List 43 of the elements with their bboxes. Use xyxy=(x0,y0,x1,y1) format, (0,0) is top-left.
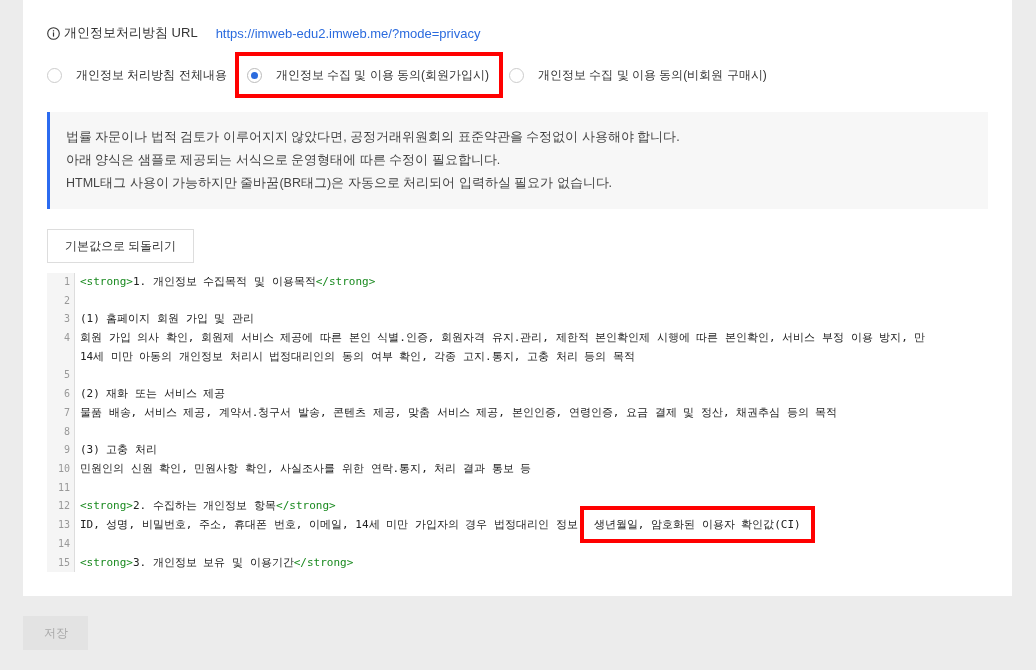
line-number: 12 xyxy=(57,500,70,512)
code-text: (2) 재화 또는 서비스 제공 xyxy=(80,387,226,401)
line-number: 6 xyxy=(63,388,70,400)
line-number: 13 xyxy=(57,519,70,531)
html-tag: <strong> xyxy=(80,499,133,513)
line-number: 3 xyxy=(63,313,70,325)
code-text: 1. 개인정보 수집목적 및 이용목적 xyxy=(133,275,316,288)
notice-text: 아래 양식은 샘플로 제공되는 서식으로 운영형태에 따른 수정이 필요합니다. xyxy=(66,152,502,169)
line-number: 14 xyxy=(57,537,70,549)
url-label: 개인정보처리방침 URL xyxy=(64,24,198,42)
line-number: 5 xyxy=(63,369,70,381)
html-tag: <strong> xyxy=(80,275,133,288)
line-number: 15 xyxy=(57,556,70,568)
code-text: ID, 성명, 비밀번호, 주소, 휴대폰 번호, 이메일, 14세 미만 가입자의 경우 법정대리인 정보 xyxy=(80,518,578,532)
line-number: 4 xyxy=(63,332,70,344)
code-text: (3) 고충 처리 xyxy=(80,443,158,457)
radio-option[interactable]: 개인정보 수집 및 이용 동의(회원가입시) xyxy=(234,52,503,98)
info-icon xyxy=(47,26,60,40)
notice-text: 법률 자문이나 법적 검토가 이루어지지 않았다면, 공정거래위원회의 표준약관을 수정없이 사용해야 합니다. xyxy=(66,129,681,146)
reset-button[interactable]: 기본값으로 되돌리기 xyxy=(47,229,194,263)
html-tag: </strong> xyxy=(276,499,336,513)
line-number: 8 xyxy=(63,425,70,437)
line-number: 10 xyxy=(57,463,70,474)
code-text: 14세 미만 아동의 개인정보 처리시 법정대리인의 동의 여부 확인, 각종 고지.통지, 고충 처리 등의 목적 xyxy=(80,349,635,363)
html-tag: </strong> xyxy=(293,555,354,569)
radio-option[interactable]: 개인정보 수집 및 이용 동의(비회원 구매시) xyxy=(509,52,777,98)
notice-text: HTML태그 사용이 가능하지만 줄바꿈(BR태그)은 자동으로 처리되어 입력하실 필요가 없습니다. xyxy=(66,175,613,192)
radio-option[interactable]: 개인정보 처리방침 전체내용 xyxy=(47,52,237,98)
line-number: 1 xyxy=(63,276,70,287)
privacy-url-link[interactable]: https://imweb-edu2.imweb.me/?mode=privacy xyxy=(215,25,481,41)
html-tag: <strong> xyxy=(80,555,133,569)
line-number: 7 xyxy=(63,406,70,418)
code-text: 물품 배송, 서비스 제공, 계약서.청구서 발송, 콘텐츠 제공, 맞춤 서비스 제공, 본인인증, 연령인증, 요금 결제 및 정산, 채권추심 등의 목적 xyxy=(80,405,838,419)
code-text: (1) 홈페이지 회원 가입 및 관리 xyxy=(80,312,254,326)
code-text: 민원인의 신원 확인, 민원사항 확인, 사실조사를 위한 연락.통지, 처리 결과 통보 등 xyxy=(80,462,532,475)
line-number: 2 xyxy=(63,294,70,306)
code-text: 회원 가입 의사 확인, 회원제 서비스 제공에 따른 본인 식별.인증, 회원자격 유지.관리, 제한적 본인확인제 시행에 따른 본인확인, 서비스 부정 이용 방지, 만 xyxy=(80,331,926,345)
highlighted-code-text: 생년월일, 암호화된 이용자 확인값(CI) xyxy=(579,506,815,544)
code-text: 2. 수집하는 개인정보 항목 xyxy=(133,499,277,513)
html-tag: </strong> xyxy=(315,275,376,288)
line-number: 9 xyxy=(63,444,70,456)
line-number: 11 xyxy=(57,481,70,493)
code-text: 3. 개인정보 보유 및 이용기간 xyxy=(133,555,294,569)
